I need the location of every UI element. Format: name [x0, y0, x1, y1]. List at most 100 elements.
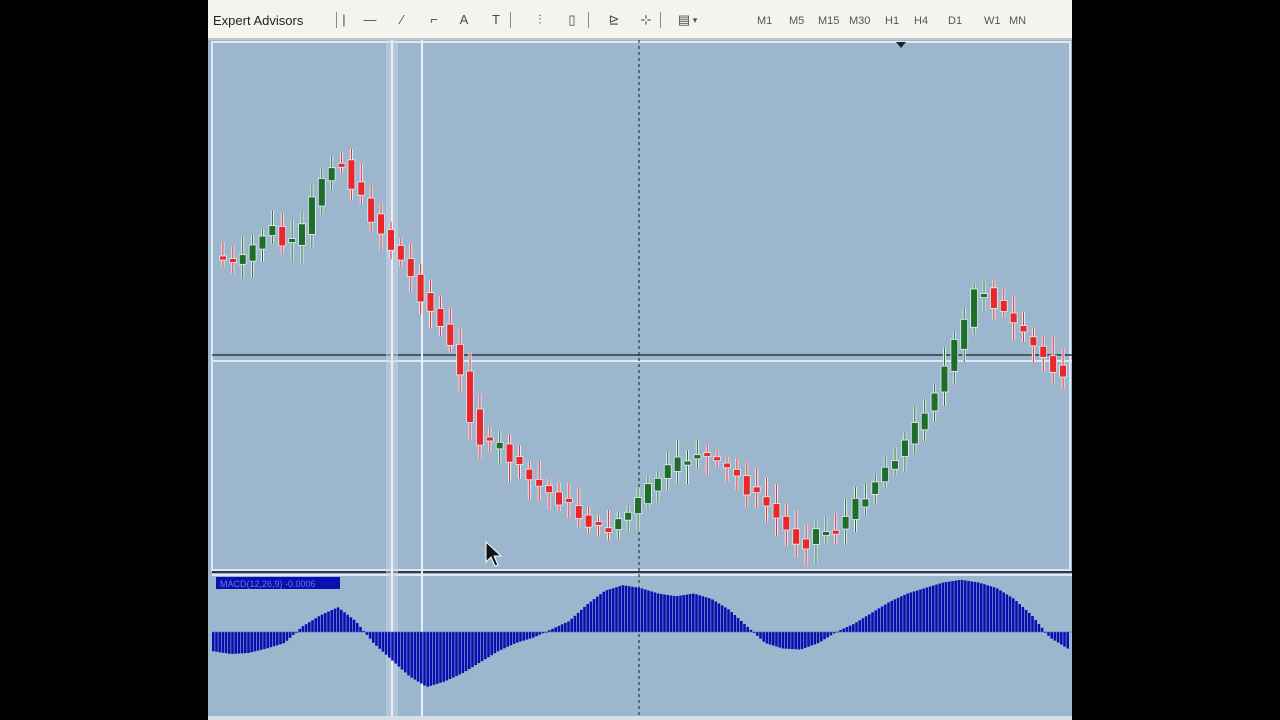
macd-histogram-bar [685, 594, 689, 632]
timeframe-m1[interactable]: M1 [757, 15, 772, 27]
bear-candle [476, 408, 484, 446]
macd-histogram-bar [522, 632, 525, 641]
bar-chart-icon[interactable]: ⫶ [530, 10, 550, 30]
macd-histogram-bar [916, 590, 919, 632]
bear-candle [723, 462, 731, 469]
macd-histogram-bar [215, 632, 218, 652]
macd-histogram-bar [218, 632, 221, 653]
macd-histogram-bar [372, 632, 375, 643]
trendline-tool-icon[interactable]: ⁄ [392, 10, 412, 30]
macd-histogram-bar [378, 632, 381, 649]
bull-candle [644, 483, 652, 505]
bear-candle [555, 491, 563, 506]
macd-histogram-bar [794, 632, 797, 650]
macd-histogram-bar [717, 603, 721, 632]
macd-histogram-bar [672, 595, 676, 632]
bull-candle [268, 225, 277, 237]
timeframe-m30[interactable]: M30 [849, 15, 870, 27]
candlestick-chart-icon[interactable]: ▯ [562, 10, 582, 30]
chevron-down-icon[interactable]: ▾ [690, 10, 700, 30]
macd-histogram-bar [349, 617, 353, 632]
timeframe-w1[interactable]: W1 [984, 15, 1001, 27]
bull-candle [841, 516, 850, 530]
timeframe-m5[interactable]: M5 [789, 15, 804, 27]
macd-histogram-bar [791, 632, 794, 650]
macd-histogram-bar [416, 632, 420, 682]
bear-candle [1039, 345, 1048, 358]
horizontal-line-tool-icon[interactable]: — [360, 10, 380, 30]
bull-candle [327, 167, 336, 182]
timeframe-h4[interactable]: H4 [914, 15, 928, 27]
macd-histogram-bar [708, 598, 711, 632]
bull-candle [693, 454, 702, 460]
macd-histogram-bar [439, 632, 442, 683]
fibonacci-tool-icon[interactable]: ⌐ [424, 10, 444, 30]
macd-histogram-bar [391, 632, 394, 661]
macd-histogram-bar [564, 622, 567, 632]
macd-histogram-bar [676, 596, 679, 632]
macd-histogram-bar [301, 626, 305, 632]
macd-histogram-bar [237, 632, 241, 654]
chart-toolbar: Expert Advisors | — ⁄ ⌐ A T ⫶ ▯ ⊵ ⊹ ▤ ▾ M1 M5 M15 M30 H… [208, 0, 1072, 40]
timeframe-d1[interactable]: D1 [948, 15, 962, 27]
timeframe-mn[interactable]: MN [1009, 15, 1026, 27]
line-chart-icon[interactable]: ⊵ [604, 10, 624, 30]
bull-candle [614, 518, 623, 531]
zoom-chart-icon[interactable]: ⊹ [636, 10, 656, 30]
macd-histogram-bar [596, 596, 599, 632]
macd-histogram-bar [957, 580, 961, 632]
macd-histogram-bar [944, 582, 948, 632]
macd-histogram-bar [874, 610, 877, 632]
macd-histogram-bar [698, 595, 701, 632]
macd-histogram-bar [679, 595, 682, 632]
price-chart[interactable]: MACD(12,26,9) -0.0006 [208, 40, 1072, 720]
macd-histogram-bar [1060, 632, 1063, 645]
macd-histogram-bar [644, 589, 647, 632]
macd-histogram-bar [1012, 598, 1015, 632]
bull-candle [298, 223, 306, 246]
bear-candle [1009, 312, 1018, 324]
macd-histogram-bar [388, 632, 391, 658]
macd-histogram-bar [890, 600, 893, 632]
macd-histogram-bar [688, 594, 692, 632]
macd-histogram-bar [986, 585, 989, 632]
macd-histogram-bar [436, 632, 439, 684]
timeframe-h1[interactable]: H1 [885, 15, 899, 27]
macd-histogram-bar [960, 579, 964, 632]
bear-candle [565, 497, 573, 503]
vertical-line-tool-icon[interactable]: | [334, 10, 354, 30]
macd-histogram-bar [948, 581, 951, 632]
macd-histogram-bar [877, 608, 881, 632]
macd-histogram-bar [1021, 606, 1025, 632]
macd-histogram-bar [240, 632, 244, 654]
bull-candle [653, 477, 662, 492]
macd-histogram-bar [720, 605, 724, 632]
expert-advisors-label[interactable]: Expert Advisors [213, 13, 303, 28]
macd-histogram-bar [941, 582, 945, 632]
macd-histogram-bar [400, 632, 404, 670]
text-tool-icon[interactable]: A [454, 10, 474, 30]
time-axis-strip [208, 716, 1072, 720]
macd-histogram-bar [493, 632, 497, 654]
timeframe-m15[interactable]: M15 [818, 15, 839, 27]
macd-histogram-bar [404, 632, 407, 673]
macd-histogram-bar [432, 632, 436, 685]
macd-histogram-bar [816, 632, 820, 644]
bear-candle [387, 229, 395, 251]
bull-candle [624, 511, 633, 521]
macd-histogram-bar [778, 632, 781, 648]
macd-histogram-bar [266, 632, 269, 649]
macd-histogram-bar [1028, 612, 1031, 632]
macd-histogram-bar [615, 587, 618, 632]
text-label-tool-icon[interactable]: T [486, 10, 506, 30]
macd-histogram-bar [967, 580, 970, 632]
macd-histogram-bar [359, 626, 362, 632]
macd-histogram-bar [468, 632, 471, 670]
macd-histogram-bar [442, 632, 445, 682]
macd-histogram-bar [864, 616, 868, 632]
bear-candle [396, 245, 405, 261]
bull-candle [871, 481, 880, 495]
bull-candle [634, 497, 642, 515]
bear-candle [228, 258, 237, 263]
bull-candle [940, 365, 949, 393]
